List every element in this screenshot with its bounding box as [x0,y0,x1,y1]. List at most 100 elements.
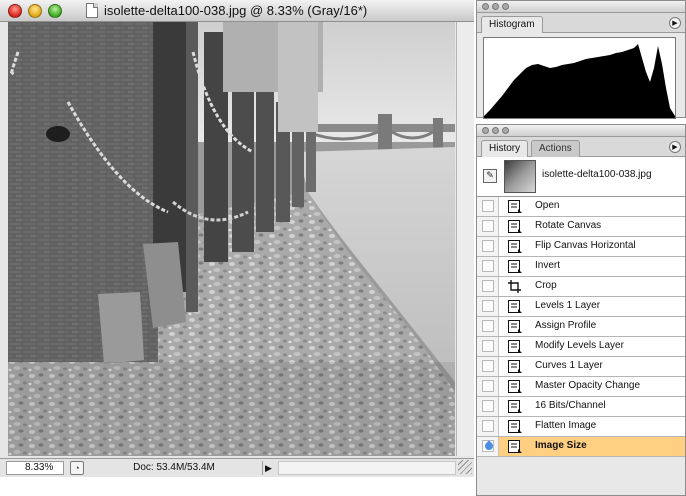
tab-histogram[interactable]: Histogram [481,16,543,33]
history-item-label: Rotate Canvas [535,220,602,231]
document-title: isolette-delta100-038.jpg @ 8.33% (Gray/… [104,3,368,18]
history-item-label: Image Size [535,440,587,451]
document-icon [508,300,522,313]
history-source-checkbox[interactable] [477,337,499,356]
tab-history[interactable]: History [481,140,529,157]
palette-close-button[interactable] [482,3,489,10]
history-item-label: Assign Profile [535,320,597,331]
history-source-checkbox[interactable] [477,317,499,336]
resize-grip[interactable] [458,460,472,474]
document-icon [508,360,522,373]
document-proxy-icon[interactable] [86,3,98,18]
checkbox-box [482,240,494,252]
vertical-scrollbar[interactable] [456,22,474,456]
history-list: Open Rotate Canvas Flip Canvas Horizontal I… [477,197,685,457]
document-icon [508,260,522,273]
history-item[interactable]: Crop [477,277,685,297]
history-source-checkbox[interactable] [477,277,499,296]
palette-zoom-button[interactable] [502,3,509,10]
history-source-checkbox[interactable] [477,217,499,236]
document-icon [508,240,522,253]
palette-minimize-button[interactable] [492,127,499,134]
history-item-label: Invert [535,260,561,271]
document-icon [508,200,522,213]
document-icon [508,420,522,433]
histogram-menu-icon[interactable]: ▶ [669,17,681,29]
history-source-checkbox[interactable] [477,257,499,276]
palette-minimize-button[interactable] [492,3,499,10]
history-source-checkbox[interactable] [477,297,499,316]
history-item-label: Modify Levels Layer [535,340,624,351]
histogram-palette: Histogram ▶ [476,0,686,119]
history-item[interactable]: Image Size [477,437,685,457]
history-item-label: 16 Bits/Channel [535,400,606,411]
checkbox-box [482,420,494,432]
history-item[interactable]: Open [477,197,685,217]
history-source-checkbox[interactable] [477,437,499,456]
history-item[interactable]: Flip Canvas Horizontal [477,237,685,257]
history-item[interactable]: Assign Profile [477,317,685,337]
history-item[interactable]: Flatten Image [477,417,685,437]
minimize-button[interactable] [28,4,42,18]
snapshot-row[interactable]: ✎ isolette-delta100-038.jpg [477,157,685,197]
zoom-field[interactable]: 8.33% [6,461,64,475]
image-canvas[interactable] [8,22,455,456]
checkbox-box [482,380,494,392]
close-button[interactable] [8,4,22,18]
zoom-button[interactable] [48,4,62,18]
history-item-label: Flip Canvas Horizontal [535,240,636,251]
history-item[interactable]: 16 Bits/Channel [477,397,685,417]
checkbox-box [482,360,494,372]
history-tab-row: History Actions ▶ [477,137,685,157]
document-icon [508,400,522,413]
horizontal-scrollbar[interactable] [278,461,456,475]
history-source-checkbox[interactable] [477,377,499,396]
history-item-label: Flatten Image [535,420,597,431]
history-item[interactable]: Invert [477,257,685,277]
document-icon [508,340,522,353]
checkbox-box [482,280,494,292]
history-item[interactable]: Master Opacity Change [477,377,685,397]
checkbox-box [482,400,494,412]
history-source-checkbox[interactable] [477,237,499,256]
history-source-checkbox[interactable] [477,197,499,216]
snapshot-name: isolette-delta100-038.jpg [542,169,652,180]
document-size: Doc: 53.4M/53.4M [133,462,215,473]
palette-titlebar[interactable] [477,1,685,13]
history-brush-icon[interactable]: ✎ [483,169,497,183]
photo [8,22,455,456]
tab-actions[interactable]: Actions [531,140,580,157]
checkbox-box [482,340,494,352]
document-icon [508,380,522,393]
history-item-label: Master Opacity Change [535,380,641,391]
history-item[interactable]: Modify Levels Layer [477,337,685,357]
history-item-label: Curves 1 Layer [535,360,603,371]
status-bar: 8.33% ◔ Doc: 53.4M/53.4M ▶ [0,458,474,476]
checkbox-box [482,300,494,312]
palette-titlebar[interactable] [477,125,685,137]
palette-close-button[interactable] [482,127,489,134]
palette-zoom-button[interactable] [502,127,509,134]
history-palette: History Actions ▶ ✎ isolette-delta100-03… [476,124,686,496]
snapshot-thumbnail [504,160,536,193]
history-source-checkbox[interactable] [477,417,499,436]
history-source-checkbox[interactable] [477,397,499,416]
history-source-checkbox[interactable] [477,357,499,376]
history-item[interactable]: Levels 1 Layer [477,297,685,317]
document-icon [508,220,522,233]
histogram-graph [483,37,676,119]
document-titlebar[interactable]: isolette-delta100-038.jpg @ 8.33% (Gray/… [0,0,474,22]
status-info-icon[interactable]: ◔ [70,461,84,475]
document-icon [508,320,522,333]
checkbox-box [482,320,494,332]
desktop-strip [0,477,474,496]
history-item[interactable]: Curves 1 Layer [477,357,685,377]
checkbox-box [482,220,494,232]
document-icon [508,440,522,453]
history-item[interactable]: Rotate Canvas [477,217,685,237]
history-menu-icon[interactable]: ▶ [669,141,681,153]
crop-icon [508,280,521,293]
checkbox-box [482,200,494,212]
status-menu-arrow-icon[interactable]: ▶ [262,461,274,475]
document-window: isolette-delta100-038.jpg @ 8.33% (Gray/… [0,0,474,496]
